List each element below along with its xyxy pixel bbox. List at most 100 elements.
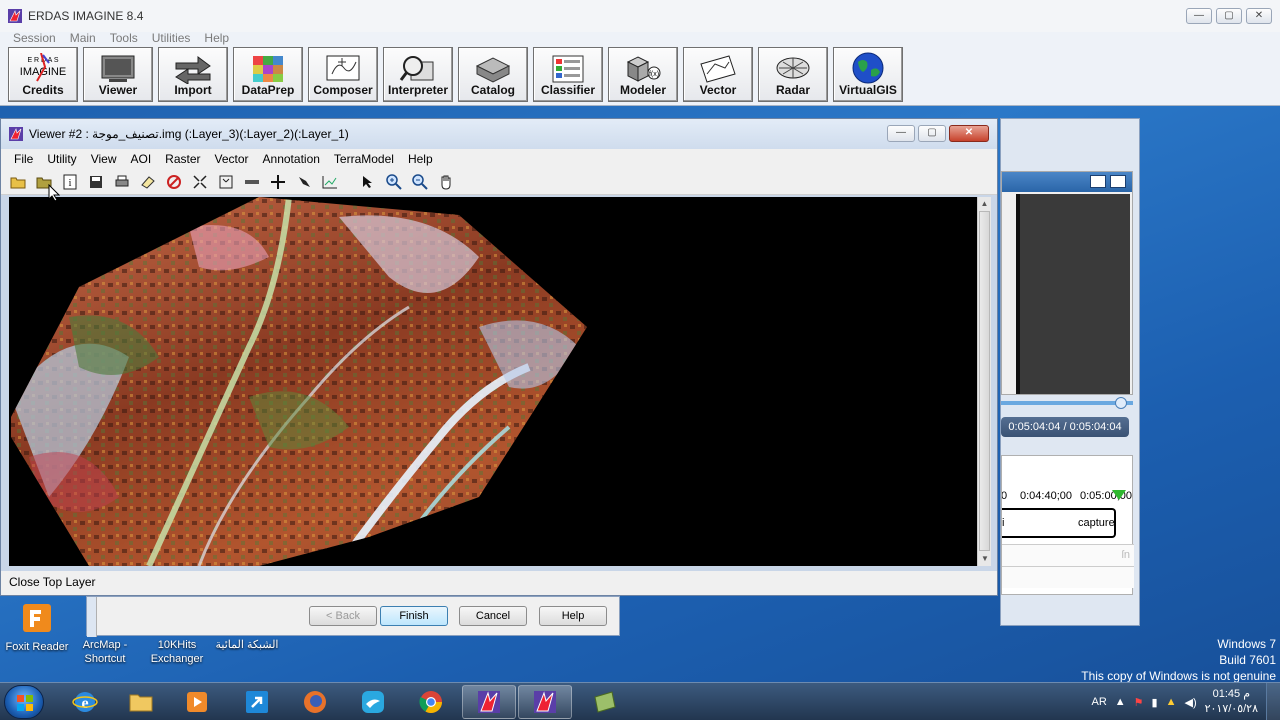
close-button[interactable]: ✕ bbox=[1246, 8, 1272, 24]
print-icon[interactable] bbox=[111, 172, 133, 192]
fullscreen-icon[interactable] bbox=[1090, 175, 1106, 188]
zoom-in-arrows-icon[interactable] bbox=[189, 172, 211, 192]
ruler-tick: 0 bbox=[1002, 490, 1008, 502]
save-icon[interactable] bbox=[85, 172, 107, 192]
viewer-button[interactable]: Viewer bbox=[83, 47, 153, 102]
window-icon[interactable] bbox=[1110, 175, 1126, 188]
clock-time: 01:45 م bbox=[1212, 688, 1250, 700]
viewer-menu-file[interactable]: File bbox=[7, 152, 40, 166]
ruler-icon[interactable] bbox=[241, 172, 263, 192]
timeline-track[interactable] bbox=[1002, 566, 1134, 588]
taskbar-erdas-2[interactable] bbox=[518, 685, 572, 719]
credits-button[interactable]: E R D A S IMAGINE Credits bbox=[8, 47, 78, 102]
menu-main[interactable]: Main bbox=[70, 32, 96, 46]
playhead-marker[interactable] bbox=[1112, 490, 1126, 500]
seek-knob[interactable] bbox=[1115, 397, 1127, 409]
scroll-up-icon[interactable]: ▲ bbox=[978, 197, 991, 211]
select-arrow-icon[interactable] bbox=[357, 172, 379, 192]
info-icon[interactable]: i bbox=[59, 172, 81, 192]
classifier-button[interactable]: Classifier bbox=[533, 47, 603, 102]
viewer-close-button[interactable]: ✕ bbox=[949, 125, 989, 142]
open-folder-icon[interactable] bbox=[7, 172, 29, 192]
action-center-icon[interactable]: ⚑ bbox=[1134, 696, 1144, 709]
seek-bar[interactable] bbox=[1001, 397, 1133, 409]
viewer-menu-vector[interactable]: Vector bbox=[208, 152, 256, 166]
radar-icon bbox=[776, 57, 810, 79]
scroll-down-icon[interactable]: ▼ bbox=[978, 552, 992, 566]
desktop-icon-10khits[interactable]: 10KHits Exchanger bbox=[140, 638, 214, 666]
cancel-button[interactable]: Cancel bbox=[459, 606, 527, 626]
back-button[interactable]: < Back bbox=[309, 606, 377, 626]
viewer-maximize-button[interactable]: ▢ bbox=[918, 125, 946, 142]
viewer-status-bar: Close Top Layer bbox=[1, 571, 997, 595]
desktop-icon-network[interactable]: الشبكة المائية bbox=[210, 638, 284, 651]
grid-icon bbox=[253, 56, 283, 82]
taskbar-firefox[interactable] bbox=[288, 685, 342, 719]
tray-arrow-icon[interactable]: ▲ bbox=[1115, 696, 1126, 708]
catalog-button[interactable]: Catalog bbox=[458, 47, 528, 102]
viewer-menu-view[interactable]: View bbox=[84, 152, 124, 166]
clock[interactable]: 01:45 م ٢٠١٧/٠٥/٢٨ bbox=[1205, 687, 1258, 717]
finish-button[interactable]: Finish bbox=[380, 606, 448, 626]
vertical-scrollbar[interactable]: ▲ ▼ bbox=[977, 197, 991, 566]
taskbar-media[interactable] bbox=[170, 685, 224, 719]
taskbar-ie[interactable]: e bbox=[58, 685, 112, 719]
battery-icon[interactable]: ▮ bbox=[1152, 696, 1158, 709]
viewer-menu-raster[interactable]: Raster bbox=[158, 152, 207, 166]
crosshair-icon[interactable] bbox=[267, 172, 289, 192]
dataprep-button[interactable]: DataPrep bbox=[233, 47, 303, 102]
minimize-button[interactable]: — bbox=[1186, 8, 1212, 24]
eraser-icon[interactable] bbox=[137, 172, 159, 192]
zoom-in-icon[interactable] bbox=[383, 172, 405, 192]
language-indicator[interactable]: AR bbox=[1091, 696, 1106, 708]
interpreter-button[interactable]: Interpreter bbox=[383, 47, 453, 102]
taskbar-erdas-1[interactable] bbox=[462, 685, 516, 719]
show-desktop-button[interactable] bbox=[1266, 683, 1280, 720]
modeler-icon: f(x) bbox=[626, 56, 661, 82]
erdas-title-bar: ERDAS IMAGINE 8.4 — ▢ ✕ bbox=[0, 0, 1280, 32]
viewer-menu-aoi[interactable]: AOI bbox=[123, 152, 158, 166]
viewer-minimize-button[interactable]: — bbox=[887, 125, 915, 142]
viewer-menu-bar: File Utility View AOI Raster Vector Anno… bbox=[1, 149, 997, 169]
taskbar-shortcut-app[interactable] bbox=[230, 685, 284, 719]
viewer-menu-utility[interactable]: Utility bbox=[40, 152, 83, 166]
desktop-icon-arcmap[interactable]: ArcMap - Shortcut bbox=[68, 638, 142, 666]
no-entry-icon[interactable] bbox=[163, 172, 185, 192]
menu-utilities[interactable]: Utilities bbox=[152, 32, 191, 46]
vector-button[interactable]: Vector bbox=[683, 47, 753, 102]
scroll-thumb[interactable] bbox=[979, 211, 990, 551]
viewer-menu-help[interactable]: Help bbox=[401, 152, 440, 166]
menu-session[interactable]: Session bbox=[13, 32, 56, 46]
zoom-out-icon[interactable] bbox=[409, 172, 431, 192]
preview-toolbar bbox=[1002, 172, 1132, 192]
virtualgis-button[interactable]: VirtualGIS bbox=[833, 47, 903, 102]
profile-icon[interactable] bbox=[319, 172, 341, 192]
timeline-track[interactable]: ſn bbox=[1002, 544, 1134, 566]
composer-button[interactable]: Composer bbox=[308, 47, 378, 102]
viewer-menu-terramodel[interactable]: TerraModel bbox=[327, 152, 401, 166]
desktop-icon-label: Foxit Reader bbox=[5, 641, 69, 653]
taskbar-explorer[interactable] bbox=[114, 685, 168, 719]
zoom-out-arrows-icon[interactable] bbox=[215, 172, 237, 192]
pick-icon[interactable] bbox=[293, 172, 315, 192]
taskbar-chrome[interactable] bbox=[404, 685, 458, 719]
timeline[interactable]: 0 0:04:40;00 0:05:00;00 i capture ſn bbox=[1001, 455, 1134, 595]
start-button[interactable] bbox=[4, 685, 44, 719]
viewer-menu-annotation[interactable]: Annotation bbox=[256, 152, 327, 166]
pan-hand-icon[interactable] bbox=[435, 172, 457, 192]
network-icon[interactable]: ▲ bbox=[1166, 696, 1177, 708]
desktop-icon-foxit[interactable]: Foxit Reader bbox=[0, 602, 74, 653]
modeler-button[interactable]: f(x) Modeler bbox=[608, 47, 678, 102]
image-canvas[interactable] bbox=[9, 197, 977, 566]
taskbar-app-green[interactable] bbox=[578, 685, 632, 719]
taskbar-app-bird[interactable] bbox=[346, 685, 400, 719]
menu-help[interactable]: Help bbox=[204, 32, 229, 46]
import-button[interactable]: Import bbox=[158, 47, 228, 102]
volume-icon[interactable]: ◀) bbox=[1184, 696, 1196, 709]
help-button[interactable]: Help bbox=[539, 606, 607, 626]
menu-tools[interactable]: Tools bbox=[110, 32, 138, 46]
timeline-clip[interactable]: i capture bbox=[1002, 508, 1116, 538]
classifier-label: Classifier bbox=[540, 83, 596, 97]
radar-button[interactable]: Radar bbox=[758, 47, 828, 102]
maximize-button[interactable]: ▢ bbox=[1216, 8, 1242, 24]
